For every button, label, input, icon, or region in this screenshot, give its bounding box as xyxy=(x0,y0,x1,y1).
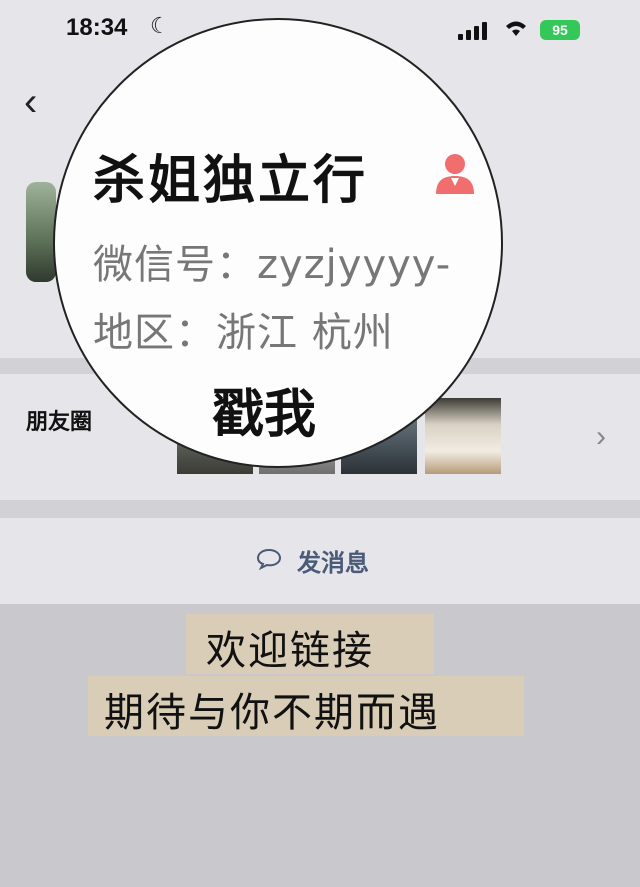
region: 地区：浙江 杭州 xyxy=(93,310,394,356)
moon-icon: ☾ xyxy=(150,14,170,39)
wifi-icon xyxy=(503,16,529,44)
banner-line-1: 欢迎链接 xyxy=(206,628,374,674)
back-button[interactable]: ‹ xyxy=(24,80,37,125)
wechat-id: 微信号：zyzjyyyy- xyxy=(93,242,452,288)
chevron-right-icon[interactable]: › xyxy=(596,420,606,454)
profile-name: 杀姐独立行 xyxy=(93,151,369,211)
moments-thumbnail xyxy=(425,398,501,474)
moments-label: 朋友圈 xyxy=(26,410,93,435)
person-icon xyxy=(436,154,474,194)
send-message-label[interactable]: 发消息 xyxy=(297,543,369,578)
signal-icon xyxy=(458,22,490,40)
status-time: 18:34 xyxy=(66,14,128,41)
banner-line-2: 期待与你不期而遇 xyxy=(104,690,440,736)
battery-indicator: 95 xyxy=(540,20,580,40)
avatar[interactable] xyxy=(26,182,56,282)
click-me-sticker[interactable]: 戳我 xyxy=(212,372,316,447)
chat-bubble-icon xyxy=(256,548,282,570)
section-divider xyxy=(0,500,640,518)
